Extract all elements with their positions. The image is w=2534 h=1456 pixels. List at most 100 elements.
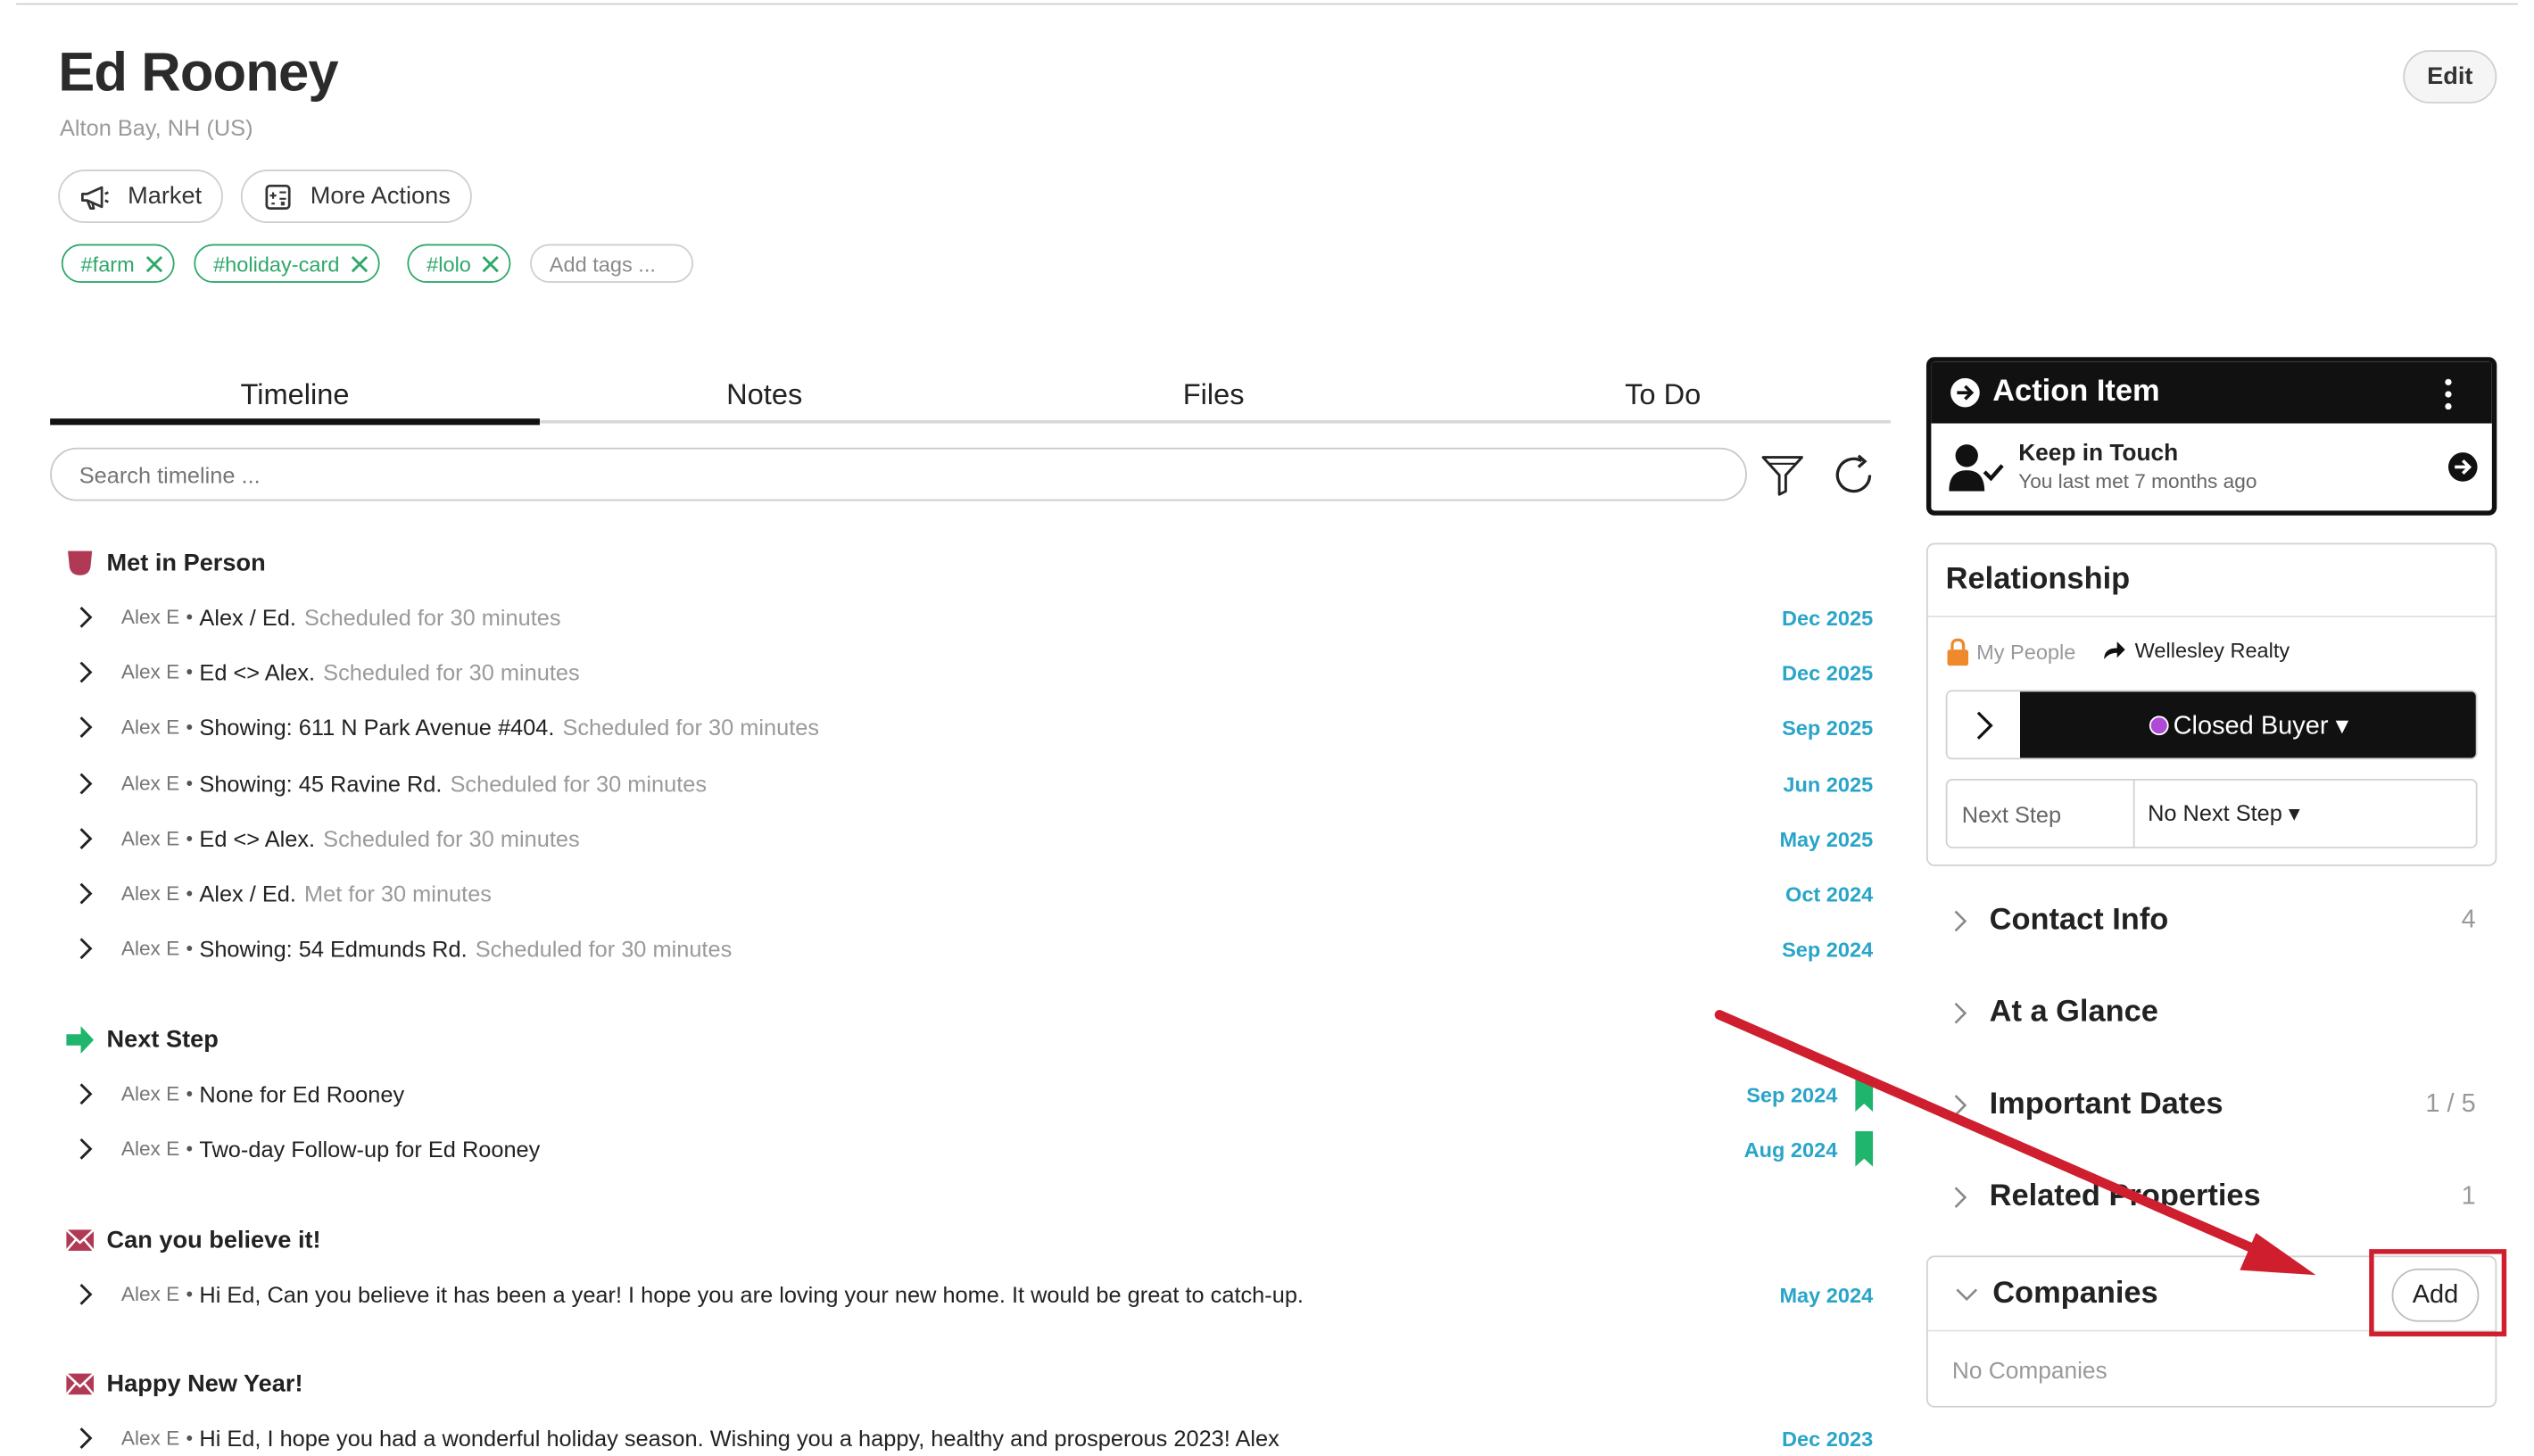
section-important-dates[interactable]: Important Dates 1 / 5: [1952, 1081, 2486, 1129]
add-tags-input[interactable]: Add tags ...: [530, 244, 694, 283]
chevron-right-icon[interactable]: [76, 1083, 95, 1105]
company-label: Wellesley Realty: [2134, 638, 2290, 663]
remove-tag-icon[interactable]: [483, 254, 501, 272]
chevron-right-icon: [1954, 1095, 1967, 1116]
row-detail: Scheduled for 30 minutes: [323, 825, 580, 852]
row-author: Alex E: [120, 606, 180, 629]
row-title: Ed <> Alex.: [199, 659, 316, 685]
next-step-divider: [2132, 780, 2135, 848]
timeline-row[interactable]: Alex E • Hi Ed, Can you believe it has bee…: [76, 1277, 1873, 1312]
row-date: Dec 2023: [1782, 1426, 1874, 1451]
timeline-row[interactable]: Alex E • Hi Ed, I hope you had a wonderful…: [76, 1420, 1873, 1456]
chevron-right-icon[interactable]: [76, 827, 95, 849]
search-timeline-input[interactable]: [50, 447, 1747, 501]
chevron-right-icon: [1954, 910, 1967, 932]
chevron-right-icon[interactable]: [76, 606, 95, 628]
row-author: Alex E: [120, 660, 180, 684]
row-title: Hi Ed, Can you believe it has been a yea…: [199, 1281, 1304, 1308]
tag-farm[interactable]: #farm: [61, 244, 176, 283]
timeline-row[interactable]: Alex E • Two-day Follow-up for Ed Rooney Au…: [76, 1130, 1874, 1167]
timeline-row[interactable]: Alex E • None for Ed Rooney Sep 2024: [76, 1076, 1874, 1113]
action-item-header: Action Item: [1931, 361, 2492, 424]
chevron-right-icon[interactable]: [76, 773, 95, 795]
chevron-right-icon[interactable]: [76, 716, 95, 738]
stage-color-dot: [2149, 715, 2169, 735]
tab-timeline[interactable]: Timeline: [50, 364, 540, 426]
row-detail: Scheduled for 30 minutes: [562, 714, 820, 740]
section-count: 4: [2461, 906, 2476, 934]
chevron-right-icon[interactable]: [76, 1427, 95, 1449]
timeline-row[interactable]: Alex E • Ed <> Alex. Scheduled for 30 minut…: [76, 655, 1873, 691]
row-date: Sep 2025: [1782, 715, 1874, 740]
refresh-button[interactable]: [1829, 451, 1877, 499]
action-item-row[interactable]: Keep in Touch You last met 7 months ago: [1931, 424, 2491, 511]
tab-bar: Timeline Notes Files To Do: [50, 364, 1891, 426]
section-label: Related Properties: [1989, 1179, 2261, 1214]
timeline-row[interactable]: Alex E • Showing: 45 Ravine Rd. Scheduled f…: [76, 766, 1873, 802]
tag-lolo[interactable]: #lolo: [407, 244, 512, 283]
chevron-right-icon[interactable]: [76, 938, 95, 960]
edit-button[interactable]: Edit: [2403, 50, 2497, 103]
remove-tag-icon[interactable]: [351, 254, 369, 272]
stage-advance-button[interactable]: [1947, 691, 2020, 758]
timeline-row[interactable]: Alex E • Showing: 611 N Park Avenue #404. S…: [76, 709, 1873, 745]
active-tab-indicator: [50, 418, 540, 426]
timeline-row[interactable]: Alex E • Ed <> Alex. Scheduled for 30 minut…: [76, 821, 1873, 856]
row-author: Alex E: [120, 772, 180, 796]
row-author: Alex E: [120, 1427, 180, 1450]
tab-to-do[interactable]: To Do: [1438, 364, 1888, 426]
timeline-group-heading: Can you believe it!: [66, 1227, 321, 1254]
action-item-heading: Action Item: [1992, 375, 2160, 410]
timeline-group-heading: Next Step: [66, 1026, 219, 1054]
kebab-menu-icon[interactable]: [2432, 378, 2464, 410]
bookmark-icon: [1855, 1076, 1874, 1113]
tag-label: #holiday-card: [213, 251, 340, 276]
row-author: Alex E: [120, 1138, 180, 1161]
section-related-properties[interactable]: Related Properties 1: [1952, 1173, 2486, 1221]
market-button[interactable]: Market: [58, 170, 223, 223]
row-date: Dec 2025: [1782, 605, 1874, 630]
tag-holiday-card[interactable]: #holiday-card: [194, 244, 380, 283]
coffee-cup-icon: [68, 550, 93, 575]
relationship-card: Relationship My People Wellesley Realty …: [1925, 542, 2497, 866]
row-author: Alex E: [120, 716, 180, 739]
chevron-right-icon[interactable]: [76, 661, 95, 683]
stage-label: Closed Buyer ▾: [2173, 711, 2349, 740]
row-separator: •: [186, 716, 194, 739]
row-title: None for Ed Rooney: [199, 1080, 405, 1107]
timeline-row[interactable]: Alex E • Showing: 54 Edmunds Rd. Scheduled …: [76, 931, 1873, 966]
remove-tag-icon[interactable]: [145, 254, 163, 272]
tab-files[interactable]: Files: [989, 364, 1438, 426]
next-step-dropdown[interactable]: No Next Step ▾: [2148, 781, 2300, 847]
arrow-circle-icon[interactable]: [2447, 451, 2479, 483]
arrow-circle-icon: [1950, 377, 1980, 408]
row-title: Alex / Ed.: [199, 881, 296, 907]
company-link[interactable]: Wellesley Realty: [2102, 638, 2290, 663]
chevron-right-icon[interactable]: [76, 1283, 95, 1305]
refresh-icon: [1835, 454, 1872, 493]
chevron-right-icon[interactable]: [76, 882, 95, 905]
section-contact-info[interactable]: Contact Info 4: [1952, 897, 2486, 945]
row-date: Oct 2024: [1785, 881, 1874, 906]
row-title: Alex / Ed.: [199, 604, 296, 631]
action-item-card: Action Item Keep in Touch You last met 7…: [1925, 357, 2497, 516]
timeline-row[interactable]: Alex E • Alex / Ed. Scheduled for 30 minute…: [76, 600, 1873, 635]
timeline-row[interactable]: Alex E • Alex / Ed. Met for 30 minutes Oct 2…: [76, 876, 1873, 912]
row-detail: Met for 30 minutes: [303, 881, 492, 907]
more-actions-button[interactable]: More Actions: [240, 170, 472, 223]
row-date: Sep 2024: [1782, 936, 1874, 961]
top-divider: [16, 3, 2518, 5]
stage-dropdown[interactable]: Closed Buyer ▾: [2020, 691, 2476, 758]
filter-button[interactable]: [1759, 451, 1807, 499]
row-detail: Scheduled for 30 minutes: [450, 770, 708, 797]
tab-notes[interactable]: Notes: [540, 364, 990, 426]
row-author: Alex E: [120, 1283, 180, 1306]
owner-group[interactable]: My People: [1946, 638, 2075, 666]
chevron-right-icon[interactable]: [76, 1138, 95, 1160]
row-title: Two-day Follow-up for Ed Rooney: [199, 1136, 541, 1162]
section-label: Contact Info: [1989, 903, 2169, 938]
envelope-icon: [66, 1228, 95, 1252]
section-at-a-glance[interactable]: At a Glance: [1952, 989, 2486, 1038]
funnel-icon: [1761, 456, 1803, 496]
row-title: Ed <> Alex.: [199, 825, 316, 852]
